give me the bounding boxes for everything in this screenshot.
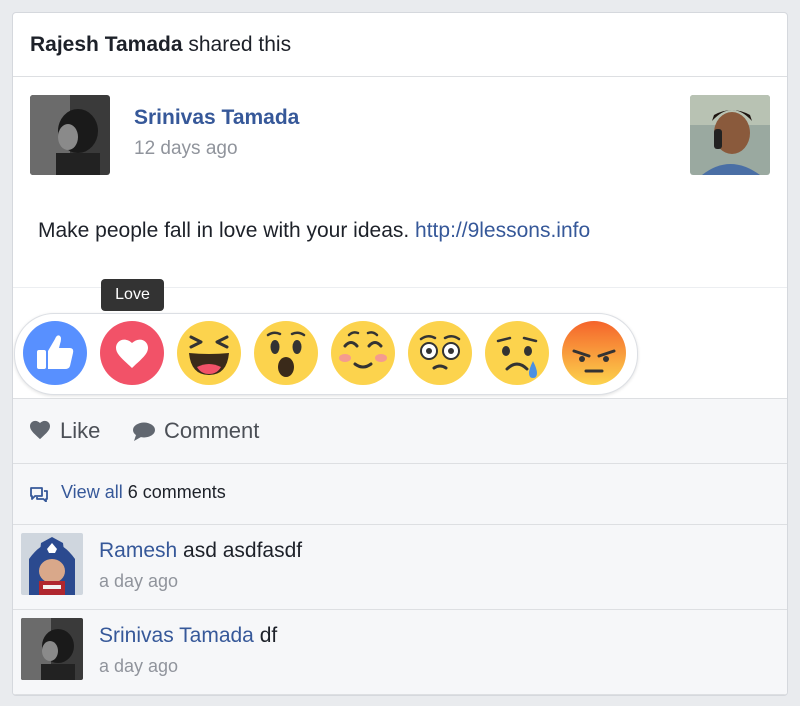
- comment-text: df: [259, 624, 278, 647]
- like-button[interactable]: Like: [29, 399, 100, 463]
- confused-reaction-icon[interactable]: [408, 321, 472, 385]
- wow-reaction-icon[interactable]: [254, 321, 318, 385]
- author-avatar[interactable]: [30, 95, 110, 175]
- post-message: Make people fall in love with your ideas…: [38, 219, 410, 242]
- post-card: Rajesh Tamada shared this Srinivas Tamad…: [12, 12, 788, 696]
- haha-reaction-icon[interactable]: [177, 321, 241, 385]
- comment-timestamp: a day ago: [99, 571, 179, 591]
- comment-timestamp: a day ago: [99, 656, 179, 676]
- post-timestamp: 12 days ago: [134, 138, 238, 159]
- angry-reaction-icon[interactable]: [562, 321, 626, 385]
- comment-text: asd asdfasdf: [183, 539, 303, 562]
- comment-item: Ramesh asd asdfasdf a day ago: [13, 525, 787, 610]
- share-text: shared this: [188, 33, 292, 56]
- reactions-popup: [14, 313, 638, 395]
- view-all-link[interactable]: View all: [61, 482, 123, 502]
- sad-reaction-icon[interactable]: [485, 321, 549, 385]
- love-reaction-icon[interactable]: [100, 321, 164, 385]
- action-bar: Like Comment: [13, 398, 787, 464]
- heart-outline-icon: [30, 420, 50, 440]
- comment-content: Srinivas Tamada df: [99, 624, 277, 648]
- share-header: Rajesh Tamada shared this: [13, 13, 787, 77]
- post-body: Make people fall in love with your ideas…: [38, 219, 590, 243]
- comment-count: 6 comments: [127, 482, 226, 502]
- view-all-text: View all 6 comments: [61, 482, 226, 503]
- like-reaction-icon[interactable]: [23, 321, 87, 385]
- post-author-name[interactable]: Srinivas Tamada: [134, 106, 299, 130]
- cool-reaction-icon[interactable]: [331, 321, 395, 385]
- viewer-avatar[interactable]: [690, 95, 770, 175]
- comment-bubble-icon: [133, 422, 155, 441]
- comment-author[interactable]: Srinivas Tamada: [99, 624, 254, 647]
- comments-icon: [30, 487, 48, 502]
- commenter-avatar[interactable]: [21, 533, 83, 595]
- view-comments-bar: View all 6 comments: [13, 464, 787, 525]
- comment-content: Ramesh asd asdfasdf: [99, 539, 302, 563]
- comment-item: Srinivas Tamada df a day ago: [13, 610, 787, 695]
- reaction-tooltip: Love: [101, 279, 164, 311]
- commenter-avatar[interactable]: [21, 618, 83, 680]
- post-link[interactable]: http://9lessons.info: [415, 219, 590, 242]
- sharer-name[interactable]: Rajesh Tamada: [30, 33, 183, 56]
- comment-button[interactable]: Comment: [132, 399, 259, 463]
- comment-author[interactable]: Ramesh: [99, 539, 177, 562]
